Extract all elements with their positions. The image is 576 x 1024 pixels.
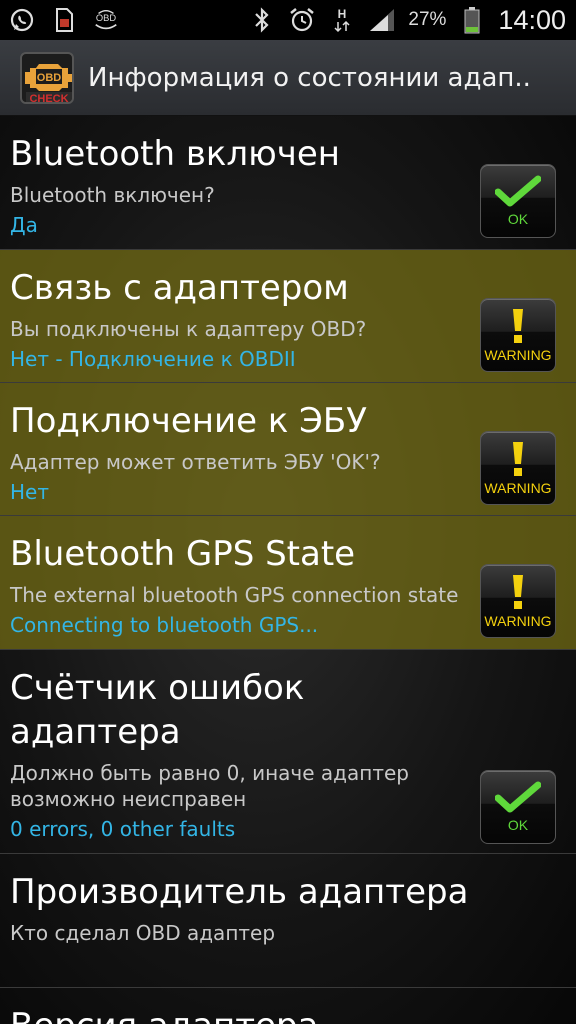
- status-label: OK: [507, 817, 529, 833]
- clock: 14:00: [498, 4, 566, 35]
- list-item-adapter-connection[interactable]: Связь с адаптером Вы подключены к адапте…: [0, 250, 576, 383]
- exclamation-icon: [513, 309, 523, 343]
- row-subtitle: Вы подключены к адаптеру OBD?: [10, 317, 367, 341]
- status-ok-badge: OK: [480, 164, 556, 238]
- row-value: Connecting to bluetooth GPS...: [10, 613, 319, 637]
- svg-text:H: H: [338, 7, 347, 21]
- checkmark-icon: [495, 175, 541, 207]
- row-value: 0 errors, 0 other faults: [10, 817, 236, 841]
- status-label: OK: [507, 211, 529, 227]
- page-title: Информация о состоянии адап..: [88, 62, 531, 93]
- row-title: Связь с адаптером: [10, 268, 349, 308]
- status-bar: OBD H 27% 14:00: [0, 0, 576, 40]
- alarm-clock-icon: [288, 6, 316, 34]
- status-label: WARNING: [484, 347, 552, 363]
- status-warning-badge: WARNING: [480, 564, 556, 638]
- row-subtitle: Адаптер может ответить ЭБУ 'OK'?: [10, 450, 381, 474]
- bluetooth-icon: [248, 6, 276, 34]
- signal-icon: [368, 6, 396, 34]
- row-title: Производитель адаптера: [10, 872, 469, 912]
- app-icon-check-text: CHECK: [29, 93, 68, 104]
- row-subtitle: The external bluetooth GPS connection st…: [10, 583, 459, 607]
- status-warning-badge: WARNING: [480, 298, 556, 372]
- obd-icon: OBD: [92, 6, 120, 34]
- row-subtitle-line2: возможно неисправен: [10, 787, 247, 811]
- status-ok-badge: OK: [480, 770, 556, 844]
- svg-text:OBD: OBD: [96, 13, 116, 23]
- status-label: WARNING: [484, 480, 552, 496]
- list-item-ecu-connection[interactable]: Подключение к ЭБУ Адаптер может ответить…: [0, 383, 576, 516]
- row-value: Да: [10, 213, 38, 237]
- exclamation-icon: [513, 575, 523, 609]
- obd-check-app-icon[interactable]: OBD CHECK: [20, 51, 74, 104]
- hspa-data-icon: H: [328, 6, 356, 34]
- row-title: Bluetooth GPS State: [10, 534, 356, 574]
- row-title: Подключение к ЭБУ: [10, 401, 367, 441]
- list-item-adapter-manufacturer[interactable]: Производитель адаптера Кто сделал OBD ад…: [0, 854, 576, 988]
- status-label: WARNING: [484, 613, 552, 629]
- row-subtitle: Кто сделал OBD адаптер: [10, 921, 276, 945]
- row-title-line1: Счётчик ошибок: [10, 668, 305, 708]
- app-bar: OBD CHECK Информация о состоянии адап..: [0, 40, 576, 116]
- list-item-bluetooth-enabled[interactable]: Bluetooth включен Bluetooth включен? Да …: [0, 116, 576, 250]
- battery-percent: 27%: [408, 9, 447, 30]
- list-item-bluetooth-gps-state[interactable]: Bluetooth GPS State The external bluetoo…: [0, 516, 576, 650]
- list-item-adapter-error-counter[interactable]: Счётчик ошибок адаптера Должно быть равн…: [0, 650, 576, 854]
- row-title-line2: адаптера: [10, 712, 181, 752]
- row-value: Нет: [10, 480, 49, 504]
- row-title: Версия адаптера: [10, 1004, 318, 1024]
- whatsapp-icon: [8, 6, 36, 34]
- checkmark-icon: [495, 781, 541, 813]
- sim-card-icon: [50, 6, 78, 34]
- row-subtitle: Bluetooth включен?: [10, 183, 215, 207]
- status-warning-badge: WARNING: [480, 431, 556, 505]
- row-title: Bluetooth включен: [10, 134, 341, 174]
- row-subtitle-line1: Должно быть равно 0, иначе адаптер: [10, 761, 409, 785]
- list-item-adapter-version[interactable]: Версия адаптера: [0, 988, 576, 1024]
- app-icon-obd-text: OBD: [37, 72, 62, 84]
- battery-icon: [458, 6, 486, 34]
- adapter-status-list: Bluetooth включен Bluetooth включен? Да …: [0, 116, 576, 1024]
- row-value: Нет - Подключение к OBDII: [10, 347, 296, 371]
- exclamation-icon: [513, 442, 523, 476]
